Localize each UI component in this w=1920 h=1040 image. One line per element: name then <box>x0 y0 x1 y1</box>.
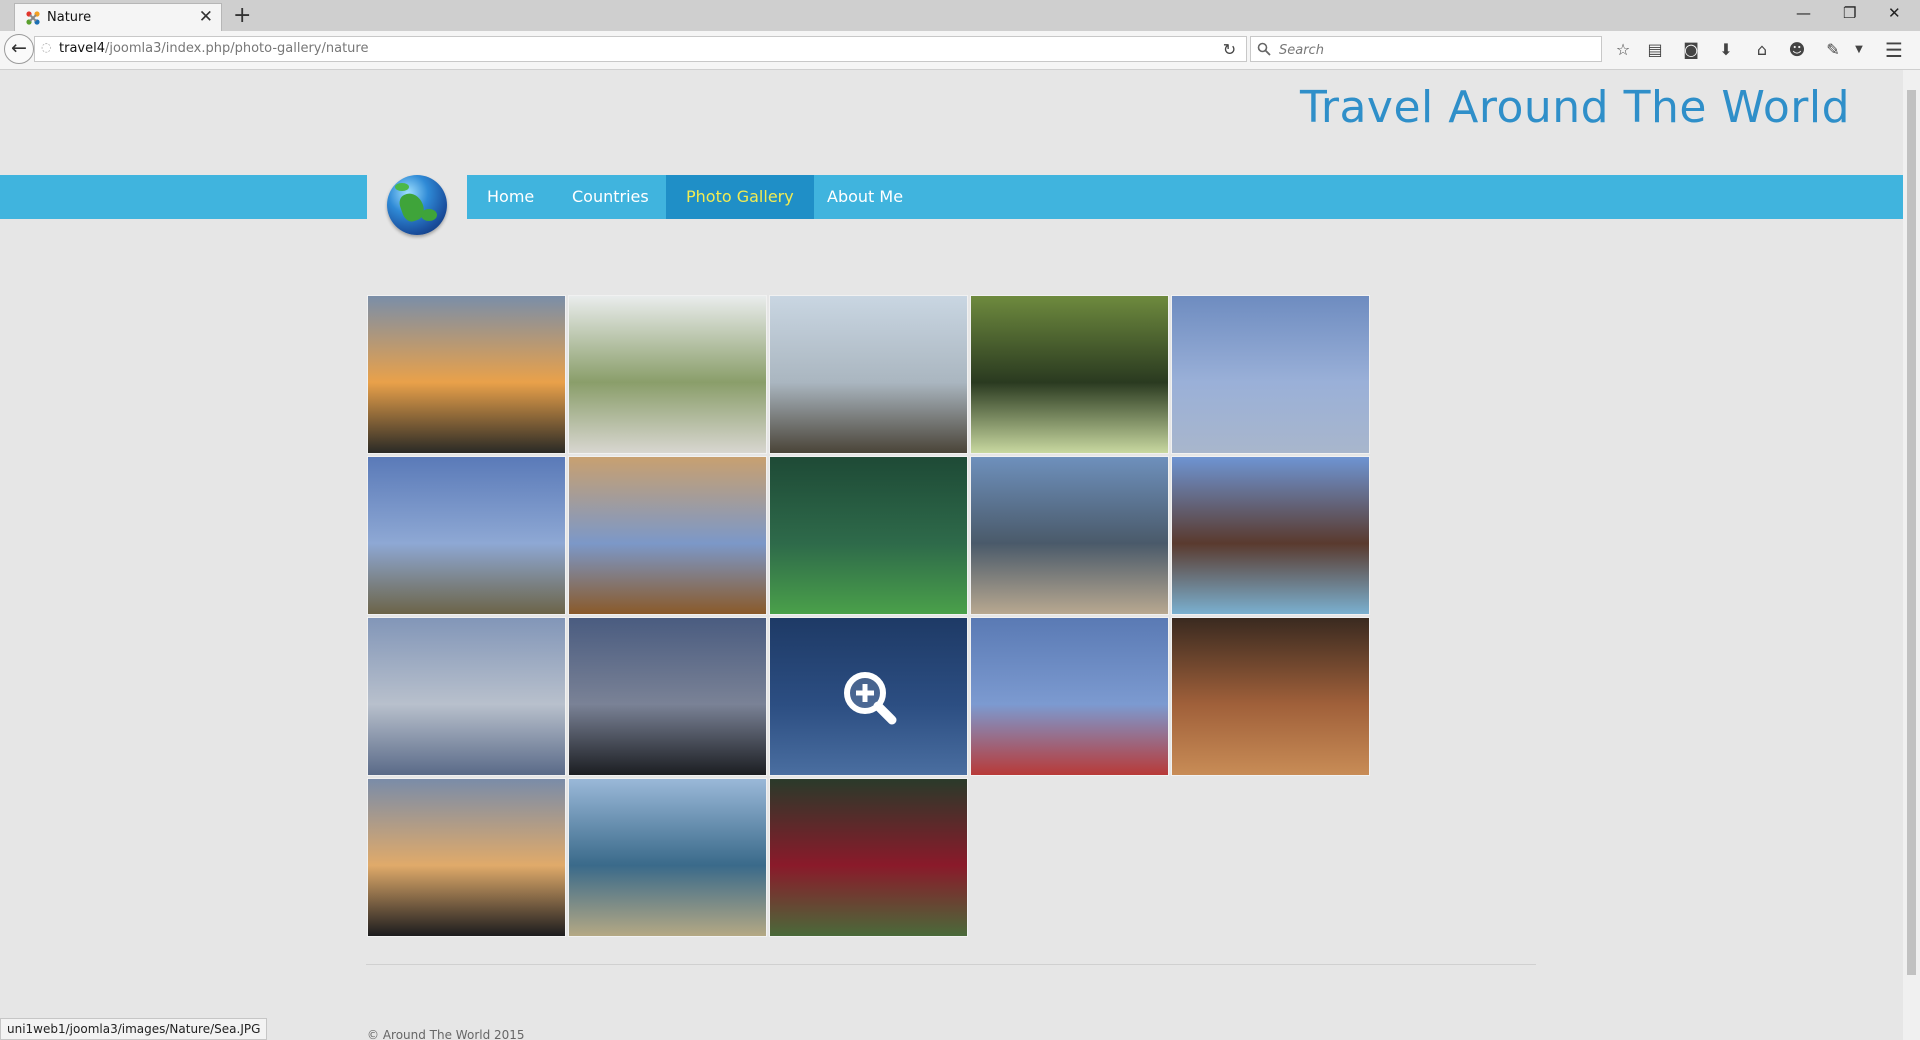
page-scrollbar[interactable] <box>1903 70 1920 1040</box>
main-menu-bar: Home Countries Photo Gallery About Me <box>0 175 1903 245</box>
download-icon[interactable]: ⬇ <box>1715 39 1737 61</box>
status-bar-url: uni1web1/joomla3/images/Nature/Sea.JPG <box>0 1018 268 1040</box>
reading-list-icon[interactable]: ▤ <box>1644 39 1666 61</box>
joomla-icon <box>26 11 40 25</box>
tab-title: Nature <box>47 10 92 25</box>
gallery-thumbnail[interactable] <box>1171 295 1370 454</box>
home-icon[interactable]: ⌂ <box>1751 39 1773 61</box>
scrollbar-thumb[interactable] <box>1907 90 1916 975</box>
reload-icon: ↻ <box>1222 40 1237 59</box>
gallery-thumbnail[interactable] <box>970 456 1169 615</box>
url-bar[interactable]: ◌ travel4/joomla3/index.php/photo-galler… <box>34 36 1247 62</box>
gallery-thumbnail[interactable] <box>367 456 566 615</box>
browser-tab[interactable]: Nature ✕ <box>14 3 222 31</box>
search-bar <box>1250 36 1602 62</box>
gallery-thumbnail[interactable] <box>367 295 566 454</box>
gallery-thumbnail[interactable] <box>1171 456 1370 615</box>
gallery-thumbnail[interactable] <box>568 295 767 454</box>
gallery-thumbnail[interactable] <box>367 778 566 937</box>
reload-button[interactable]: ↻ <box>1213 36 1247 62</box>
logo[interactable] <box>367 175 467 245</box>
gallery-thumbnail[interactable] <box>1171 617 1370 776</box>
browser-nav-bar: ← ◌ travel4/joomla3/index.php/photo-gall… <box>0 31 1920 70</box>
bookmark-star-icon[interactable]: ☆ <box>1612 39 1634 61</box>
minimize-icon[interactable]: — <box>1796 3 1811 23</box>
url-path: /joomla3/index.php/photo-gallery/nature <box>104 41 369 56</box>
extension-icon[interactable]: ✎ <box>1822 39 1844 61</box>
gallery-thumbnail[interactable] <box>568 778 767 937</box>
page-content: Travel Around The World Home Countries P… <box>0 70 1903 1040</box>
search-input[interactable] <box>1277 39 1591 61</box>
gallery-thumbnail[interactable] <box>970 295 1169 454</box>
gallery-thumbnail[interactable] <box>970 617 1169 776</box>
menu-item-countries[interactable]: Countries <box>552 175 669 219</box>
gallery-thumbnail[interactable] <box>367 617 566 776</box>
footer-copyright: © Around The World 2015 <box>367 1028 525 1040</box>
browser-tab-bar: Nature ✕ + — ❐ ✕ <box>0 0 1920 31</box>
footer-divider <box>366 964 1536 965</box>
menu-item-home[interactable]: Home <box>467 175 554 219</box>
gallery-thumbnail[interactable] <box>769 617 968 776</box>
gallery-thumbnail[interactable] <box>568 456 767 615</box>
site-title: Travel Around The World <box>1299 82 1850 133</box>
gallery-thumbnail[interactable] <box>769 778 968 937</box>
extension-dropdown-icon[interactable]: ▼ <box>1848 39 1870 61</box>
url-host: travel4 <box>59 41 105 56</box>
menu-icon[interactable]: ☰ <box>1883 39 1905 61</box>
gallery-thumbnail[interactable] <box>769 295 968 454</box>
restore-icon[interactable]: ❐ <box>1843 3 1856 23</box>
gallery-thumbnail[interactable] <box>568 617 767 776</box>
url-text[interactable]: travel4/joomla3/index.php/photo-gallery/… <box>59 41 368 56</box>
menu-item-photo-gallery[interactable]: Photo Gallery <box>666 175 814 219</box>
globe-icon <box>387 175 447 235</box>
gallery-thumbnail[interactable] <box>769 456 968 615</box>
zoom-in-icon <box>844 672 897 725</box>
search-icon <box>1257 42 1271 56</box>
site-info-icon[interactable]: ◌ <box>41 40 51 54</box>
back-button[interactable]: ← <box>4 34 34 64</box>
new-tab-button[interactable]: + <box>233 3 251 29</box>
window-close-icon[interactable]: ✕ <box>1888 3 1901 23</box>
close-tab-icon[interactable]: ✕ <box>199 7 213 27</box>
pocket-icon[interactable]: ◙ <box>1680 39 1702 61</box>
menu-item-about-me[interactable]: About Me <box>807 175 923 219</box>
arrow-left-icon: ← <box>11 37 27 59</box>
chat-icon[interactable]: ☻ <box>1786 39 1808 61</box>
